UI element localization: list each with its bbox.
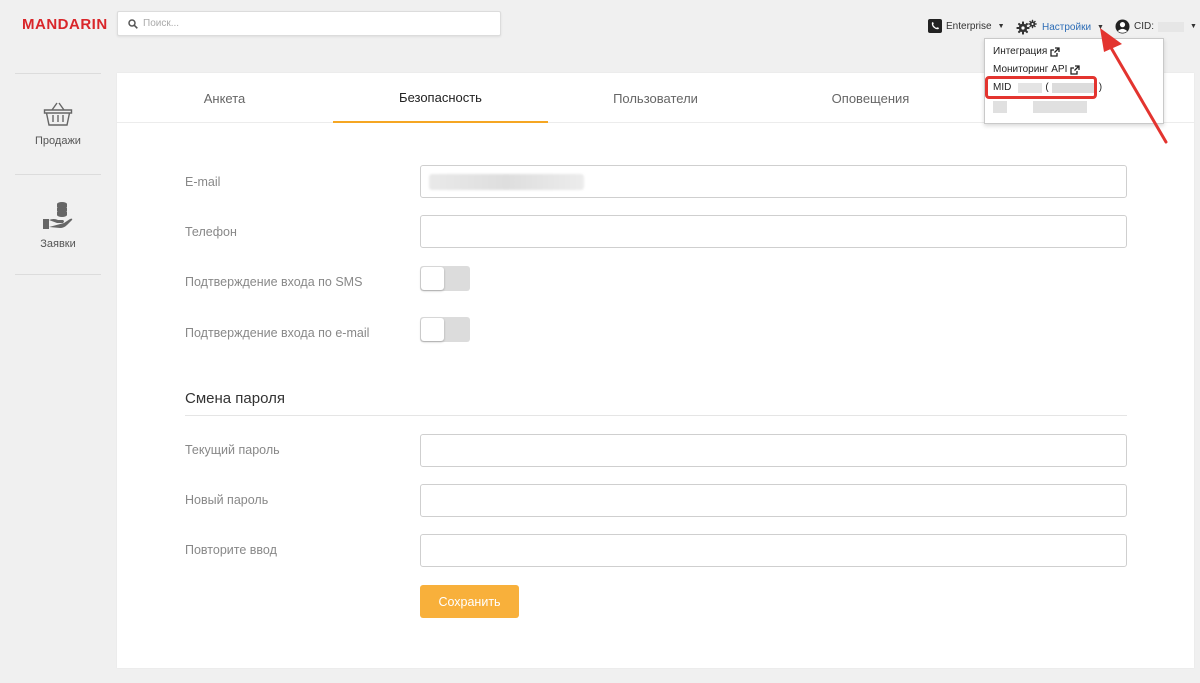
account-menu[interactable]: CID: ▼	[1115, 19, 1197, 34]
sidebar-item-sales[interactable]: Продажи	[15, 73, 101, 174]
email-confirm-toggle[interactable]	[420, 317, 470, 342]
tab-security[interactable]: Безопасность	[333, 73, 548, 123]
enterprise-menu[interactable]: Enterprise ▼	[928, 19, 1005, 33]
redacted-block	[993, 101, 1007, 113]
section-divider	[185, 415, 1127, 416]
caret-down-icon: ▼	[1097, 23, 1104, 31]
settings-label: Настройки	[1042, 21, 1092, 33]
email-value-redacted	[429, 174, 584, 190]
sms-confirm-toggle[interactable]	[420, 266, 470, 291]
sidebar-item-label: Заявки	[40, 237, 76, 250]
external-link-icon	[1050, 46, 1060, 57]
sms-confirm-label: Подтверждение входа по SMS	[185, 275, 363, 289]
external-link-icon	[1070, 64, 1081, 75]
menu-item-label: Интеграция	[993, 46, 1048, 57]
email-label: E-mail	[185, 175, 221, 189]
enterprise-label: Enterprise	[946, 20, 992, 32]
toggle-knob	[421, 318, 444, 341]
mandarin-logo[interactable]: MANDARIN	[22, 16, 108, 33]
phone-icon	[928, 19, 942, 33]
redacted-block	[1033, 101, 1087, 113]
repeat-password-label: Повторите ввод	[185, 543, 277, 557]
email-confirm-label: Подтверждение входа по e-mail	[185, 326, 370, 340]
new-password-label: Новый пароль	[185, 493, 269, 507]
cid-value-redacted	[1158, 21, 1184, 32]
sidebar-item-label: Продажи	[35, 135, 81, 147]
menu-item-api-monitoring[interactable]: Мониторинг API	[993, 64, 1081, 75]
new-password-field[interactable]	[420, 484, 1127, 517]
toggle-knob	[421, 267, 444, 290]
menu-item-integration[interactable]: Интеграция	[993, 46, 1060, 57]
hand-coins-icon	[43, 201, 73, 229]
phone-field[interactable]	[420, 215, 1127, 248]
caret-down-icon: ▼	[997, 22, 1005, 30]
annotation-highlight-box	[985, 76, 1097, 99]
cid-label: CID:	[1134, 21, 1154, 32]
basket-icon	[43, 102, 73, 126]
phone-label: Телефон	[185, 225, 237, 239]
caret-down-icon: ▼	[1190, 23, 1197, 30]
gears-icon	[1016, 19, 1037, 35]
search-icon	[128, 18, 138, 29]
sidebar: Продажи Заявки	[15, 73, 101, 275]
settings-menu-toggle[interactable]: Настройки ▼	[1016, 19, 1104, 35]
search-input[interactable]	[143, 18, 473, 29]
save-button[interactable]: Сохранить	[420, 585, 519, 618]
sidebar-item-requests[interactable]: Заявки	[15, 174, 101, 275]
repeat-password-field[interactable]	[420, 534, 1127, 567]
current-password-label: Текущий пароль	[185, 443, 280, 457]
password-section-title: Смена пароля	[185, 390, 285, 407]
mid-paren-close: )	[1098, 82, 1103, 93]
menu-item-label: Мониторинг API	[993, 64, 1068, 75]
settings-card: Анкета Безопасность Пользователи Оповеще…	[117, 73, 1194, 668]
search-box[interactable]	[117, 11, 501, 36]
tab-profile[interactable]: Анкета	[117, 73, 332, 123]
tab-notifications[interactable]: Оповещения	[763, 73, 978, 123]
user-avatar-icon	[1115, 19, 1130, 34]
tab-users[interactable]: Пользователи	[548, 73, 763, 123]
current-password-field[interactable]	[420, 434, 1127, 467]
email-field[interactable]	[420, 165, 1127, 198]
